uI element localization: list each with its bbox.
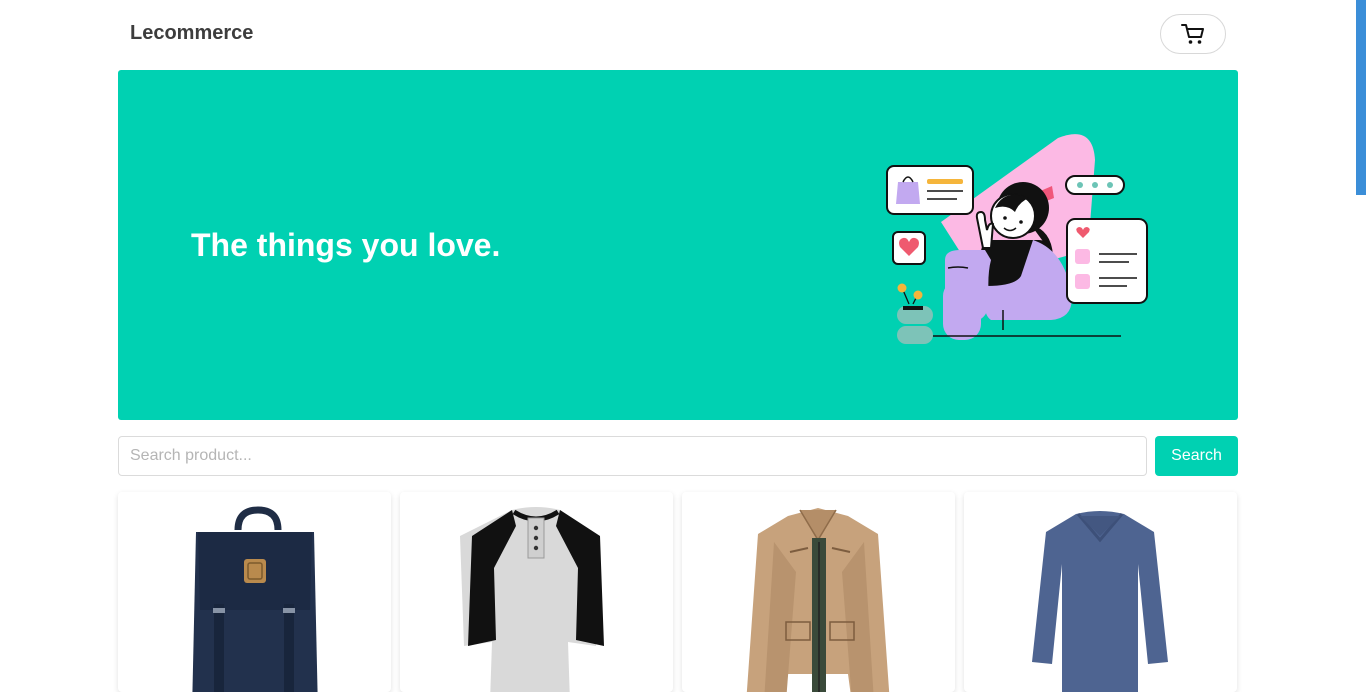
product-grid xyxy=(118,492,1238,692)
product-card-backpack[interactable] xyxy=(118,492,391,692)
product-card-henley[interactable] xyxy=(400,492,673,692)
top-navbar: Lecommerce xyxy=(0,0,1356,70)
search-bar: Search xyxy=(118,436,1238,476)
product-card-longsleeve[interactable] xyxy=(964,492,1237,692)
product-card-jacket[interactable] xyxy=(682,492,955,692)
cart-icon xyxy=(1181,24,1204,44)
search-button[interactable]: Search xyxy=(1155,436,1238,476)
backpack-image xyxy=(192,506,318,692)
cart-button[interactable] xyxy=(1160,14,1226,54)
raglan-henley-shirt-image xyxy=(460,507,604,692)
search-input[interactable] xyxy=(118,436,1147,476)
khaki-jacket-image xyxy=(746,508,890,692)
scrollbar-thumb[interactable] xyxy=(1356,0,1366,195)
hero-banner: The things you love. xyxy=(118,70,1238,420)
brand-logo[interactable]: Lecommerce xyxy=(130,22,253,45)
hero-title: The things you love. xyxy=(191,227,501,263)
blue-long-sleeve-shirt-image xyxy=(1032,511,1168,692)
woman-shopping-illustration xyxy=(886,134,1148,344)
